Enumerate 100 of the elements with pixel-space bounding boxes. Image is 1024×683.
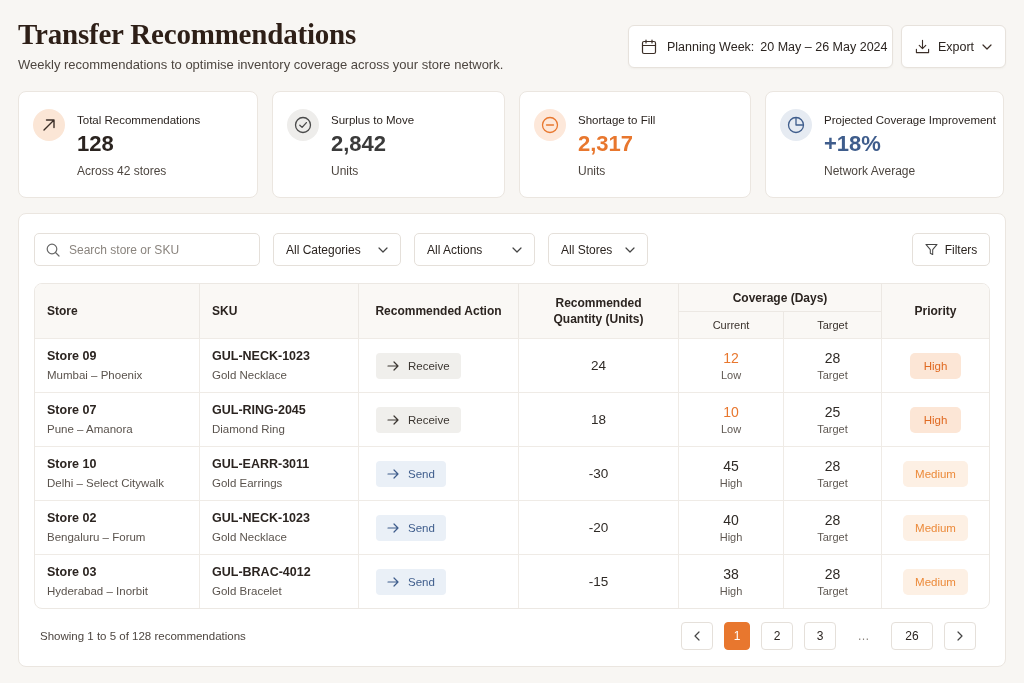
action-button[interactable]: Send bbox=[376, 568, 446, 595]
stat-value: 2,842 bbox=[331, 130, 388, 158]
filters-button[interactable]: Filters bbox=[912, 233, 990, 266]
target-label: Target bbox=[816, 475, 849, 491]
store-location: Delhi – Select Citywalk bbox=[47, 476, 165, 491]
pagination-summary: Showing 1 to 5 of 128 recommendations bbox=[40, 630, 246, 642]
column-header: Coverage (Days) bbox=[679, 284, 882, 312]
priority-badge: Medium bbox=[903, 460, 968, 487]
chevron-right-icon bbox=[957, 631, 963, 641]
sku-code: GUL-NECK-1023 bbox=[212, 510, 311, 527]
planning-week-button[interactable]: Planning Week: 20 May – 26 May 2024 bbox=[628, 25, 893, 68]
search-icon bbox=[46, 243, 60, 257]
chevron-down-icon bbox=[512, 246, 522, 253]
page-button[interactable]: 26 bbox=[891, 622, 933, 650]
product-name: Diamond Ring bbox=[212, 422, 286, 437]
product-name: Gold Necklace bbox=[212, 368, 288, 383]
sku-code: GUL-RING-2045 bbox=[212, 402, 307, 419]
product-name: Gold Necklace bbox=[212, 530, 288, 545]
download-icon bbox=[914, 39, 930, 54]
target-value: 28 bbox=[823, 510, 842, 529]
quantity-cell: -20 bbox=[519, 500, 679, 554]
store-name: Store 09 bbox=[47, 348, 98, 365]
stat-caption: Units bbox=[331, 163, 360, 179]
stat-label: Total Recommendations bbox=[77, 113, 201, 128]
action-button[interactable]: Send bbox=[376, 460, 446, 487]
coverage-status: High bbox=[718, 529, 744, 545]
next-page-button[interactable] bbox=[944, 622, 976, 650]
target-value: 28 bbox=[823, 564, 842, 583]
filter-dropdown[interactable]: All Stores bbox=[548, 233, 648, 266]
target-label: Target bbox=[816, 367, 849, 383]
quantity-cell: -30 bbox=[519, 446, 679, 500]
quantity-cell: 24 bbox=[519, 338, 679, 392]
column-header: Recommended Action bbox=[359, 284, 519, 338]
action-button[interactable]: Receive bbox=[376, 406, 461, 433]
coverage-status: Low bbox=[719, 421, 743, 437]
target-value: 25 bbox=[823, 402, 842, 421]
sku-code: GUL-NECK-1023 bbox=[212, 348, 311, 365]
chevron-down-icon bbox=[378, 246, 388, 253]
action-button[interactable]: Send bbox=[376, 514, 446, 541]
export-button[interactable]: Export bbox=[901, 25, 1006, 68]
search-field[interactable]: Search store or SKU bbox=[34, 233, 260, 266]
previous-page-button[interactable] bbox=[681, 622, 713, 650]
store-location: Pune – Amanora bbox=[47, 422, 134, 437]
store-name: Store 03 bbox=[47, 564, 98, 581]
coverage-value: 12 bbox=[722, 348, 740, 367]
column-header: Priority bbox=[882, 284, 989, 338]
arrow-right-icon bbox=[387, 360, 399, 371]
stat-caption: Units bbox=[578, 163, 607, 179]
product-name: Gold Earrings bbox=[212, 476, 284, 491]
arrow-right-icon bbox=[387, 576, 399, 587]
coverage-status: High bbox=[718, 475, 744, 491]
coverage-status: Low bbox=[719, 367, 743, 383]
page-button[interactable]: 3 bbox=[804, 622, 836, 650]
coverage-value: 45 bbox=[722, 456, 740, 475]
target-label: Target bbox=[816, 421, 849, 437]
quantity-cell: 18 bbox=[519, 392, 679, 446]
stat-value: 128 bbox=[77, 130, 115, 158]
product-name: Gold Bracelet bbox=[212, 584, 283, 599]
target-value: 28 bbox=[823, 348, 842, 367]
funnel-icon bbox=[924, 243, 938, 256]
store-name: Store 02 bbox=[47, 510, 98, 527]
chevron-down-icon bbox=[625, 246, 635, 253]
sku-code: GUL-BRAC-4012 bbox=[212, 564, 312, 581]
column-header: Recommended Quantity (Units) bbox=[519, 284, 679, 338]
chevron-left-icon bbox=[694, 631, 700, 641]
arrow-right-icon bbox=[387, 468, 399, 479]
priority-badge: Medium bbox=[903, 568, 968, 595]
coverage-value: 40 bbox=[722, 510, 740, 529]
filter-dropdown[interactable]: All Actions bbox=[414, 233, 535, 266]
store-name: Store 10 bbox=[47, 456, 98, 473]
store-location: Hyderabad – Inorbit bbox=[47, 584, 149, 599]
priority-badge: High bbox=[909, 352, 962, 379]
priority-badge: Medium bbox=[903, 514, 968, 541]
stat-caption: Across 42 stores bbox=[77, 163, 168, 179]
column-subheader: Current bbox=[679, 312, 784, 338]
stat-value: 2,317 bbox=[578, 130, 635, 158]
arrow-up-right-icon bbox=[33, 109, 65, 141]
column-header: Store bbox=[35, 284, 200, 338]
pie-chart-icon bbox=[780, 109, 812, 141]
sku-code: GUL-EARR-3011 bbox=[212, 456, 311, 473]
store-location: Bengaluru – Forum bbox=[47, 530, 147, 545]
stat-caption: Network Average bbox=[824, 163, 917, 179]
coverage-status: High bbox=[718, 583, 744, 599]
target-value: 28 bbox=[823, 456, 842, 475]
column-header: SKU bbox=[200, 284, 359, 338]
target-label: Target bbox=[816, 583, 849, 599]
arrow-right-icon bbox=[387, 522, 399, 533]
store-name: Store 07 bbox=[47, 402, 98, 419]
chevron-down-icon bbox=[982, 43, 993, 50]
action-button[interactable]: Receive bbox=[376, 352, 461, 379]
page-subtitle: Weekly recommendations to optimise inventory coverage across your store network. bbox=[18, 56, 504, 74]
filter-dropdown[interactable]: All Categories bbox=[273, 233, 401, 266]
coverage-value: 38 bbox=[722, 564, 740, 583]
page-title: Transfer Recommendations bbox=[18, 17, 358, 52]
pagination-ellipsis: … bbox=[856, 629, 871, 643]
page-button[interactable]: 2 bbox=[761, 622, 793, 650]
priority-badge: High bbox=[909, 406, 962, 433]
stat-label: Shortage to Fill bbox=[578, 113, 656, 128]
arrow-right-icon bbox=[387, 414, 399, 425]
calendar-icon bbox=[641, 38, 657, 55]
